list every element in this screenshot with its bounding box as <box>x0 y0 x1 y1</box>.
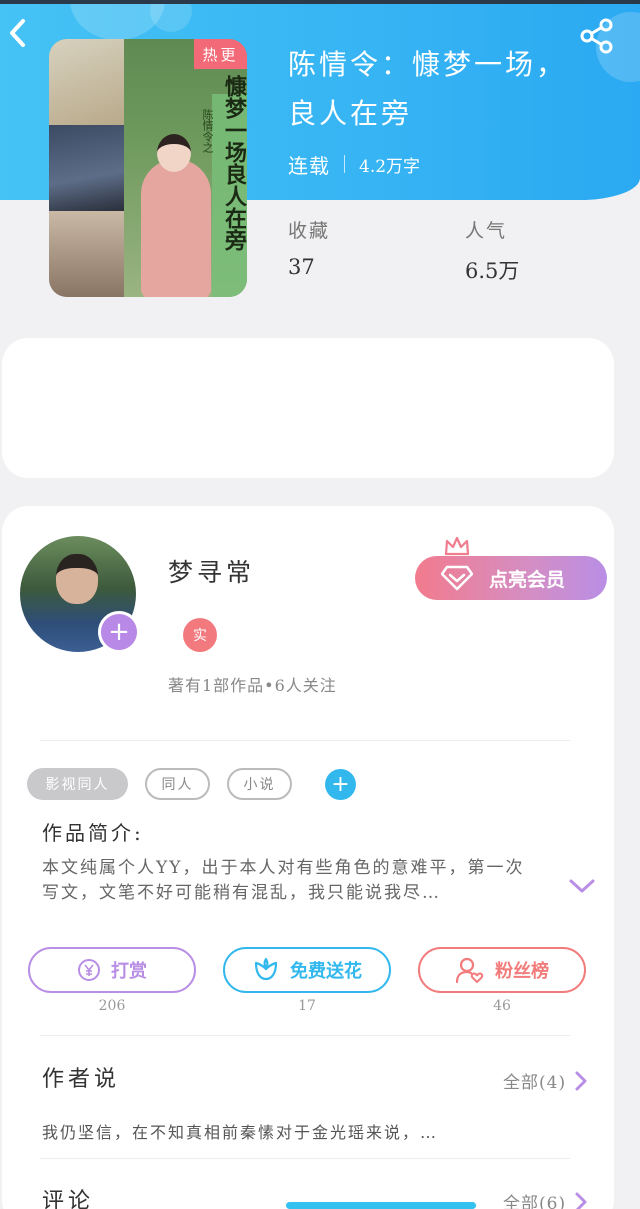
cover-photo <box>49 125 124 211</box>
stat-label: 收藏 <box>288 220 331 242</box>
stat-value: 6.5万 <box>465 259 520 283</box>
book-cover[interactable]: 慷梦一场良人在旁 陈情令之 热更 <box>49 39 247 297</box>
yen-icon <box>78 959 100 981</box>
tag-chip[interactable]: 影视同人 <box>27 768 128 800</box>
flower-count: 17 <box>298 998 316 1014</box>
chevron-left-icon <box>10 19 25 47</box>
plus-icon: + <box>108 617 130 647</box>
cover-figure-head <box>157 134 191 172</box>
divider <box>40 1158 570 1159</box>
verified-badge: 实 <box>183 618 217 652</box>
tag-chip[interactable]: 同人 <box>145 768 210 800</box>
status-bar-strip <box>0 0 640 4</box>
comments-all-label: 全部(6) <box>503 1194 567 1209</box>
serial-status: 连载 <box>288 153 330 178</box>
cover-photo <box>49 211 124 297</box>
word-count: 4.2万字 <box>359 156 421 177</box>
comments-heading: 评论 <box>42 1189 95 1209</box>
vip-membership-button[interactable]: 点亮会员 <box>415 556 607 600</box>
author-say-heading: 作者说 <box>42 1067 121 1092</box>
intro-text[interactable]: 本文纯属个人YY，出于本人对有些角色的意难平，第一次写文，文笔不好可能稍有混乱，… <box>42 856 542 906</box>
comments-all-link[interactable]: 全部(6) <box>503 1189 588 1209</box>
author-say-all-link[interactable]: 全部(4) <box>503 1068 588 1093</box>
cover-photo <box>49 39 124 125</box>
user-heart-icon <box>455 957 484 984</box>
diamond-icon <box>441 565 473 591</box>
chevron-right-icon <box>575 1192 587 1209</box>
stat-value: 37 <box>288 255 315 279</box>
send-flower-button[interactable]: 免费送花 <box>223 947 391 993</box>
book-meta: 连载 4.2万字 <box>288 150 420 178</box>
cover-subtitle-text: 陈情令之 <box>201 109 214 153</box>
author-say-all-label: 全部(4) <box>503 1073 567 1093</box>
tag-chip[interactable]: 小说 <box>227 768 292 800</box>
stat-label: 人气 <box>465 220 508 242</box>
follow-author-button[interactable]: + <box>98 611 140 653</box>
book-title: 陈情令：慷梦一场，良人在旁 <box>288 48 568 130</box>
stat-favorites: 收藏 37 <box>288 216 330 279</box>
tip-button[interactable]: 打赏 <box>28 947 196 993</box>
flower-icon <box>254 957 278 981</box>
author-summary: 著有1部作品•6人关注 <box>168 676 337 695</box>
send-flower-label: 免费送花 <box>290 961 362 982</box>
fan-ranking-button[interactable]: 粉丝榜 <box>418 947 586 993</box>
divider <box>40 740 570 741</box>
author-say-text[interactable]: 我仍坚信，在不知真相前秦愫对于金光瑶来说，… <box>42 1119 438 1143</box>
vip-button-label: 点亮会员 <box>489 568 566 591</box>
cover-title-text: 慷梦一场良人在旁 <box>221 75 247 251</box>
empty-card <box>2 338 614 478</box>
crown-icon <box>444 536 470 556</box>
stat-popularity: 人气 6.5万 <box>465 216 519 285</box>
hot-update-badge: 热更 <box>194 39 247 69</box>
intro-heading: 作品简介: <box>42 821 144 845</box>
add-tag-button[interactable]: + <box>325 769 356 800</box>
fan-count: 46 <box>493 998 511 1014</box>
chevron-down-icon[interactable] <box>568 876 596 896</box>
author-name[interactable]: 梦寻常 <box>168 553 255 589</box>
chevron-right-icon <box>575 1071 587 1090</box>
avatar-face <box>56 554 98 604</box>
fan-ranking-label: 粉丝榜 <box>495 961 549 982</box>
back-button[interactable] <box>2 16 32 50</box>
plus-icon: + <box>331 772 350 797</box>
meta-divider <box>344 155 345 173</box>
cover-figure <box>141 159 211 297</box>
tip-count: 206 <box>98 998 126 1014</box>
tip-button-label: 打赏 <box>111 961 147 982</box>
divider <box>40 1035 570 1036</box>
bottom-action-bar[interactable] <box>286 1202 476 1209</box>
